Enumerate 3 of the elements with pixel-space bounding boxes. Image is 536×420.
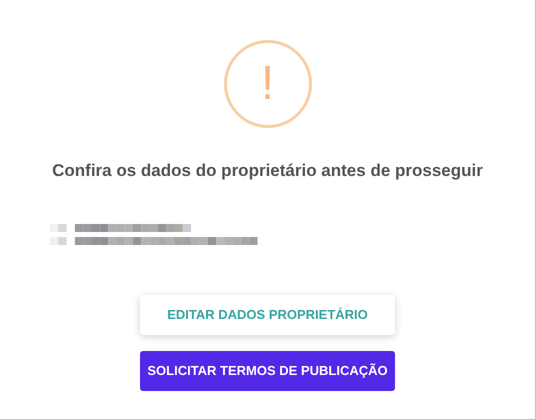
request-terms-button[interactable]: SOLICITAR TERMOS DE PUBLICAÇÃO [140,350,395,390]
warning-icon: ! [224,40,312,128]
dialog-title: Confira os dados do proprietário antes de prosseguir [52,160,483,182]
